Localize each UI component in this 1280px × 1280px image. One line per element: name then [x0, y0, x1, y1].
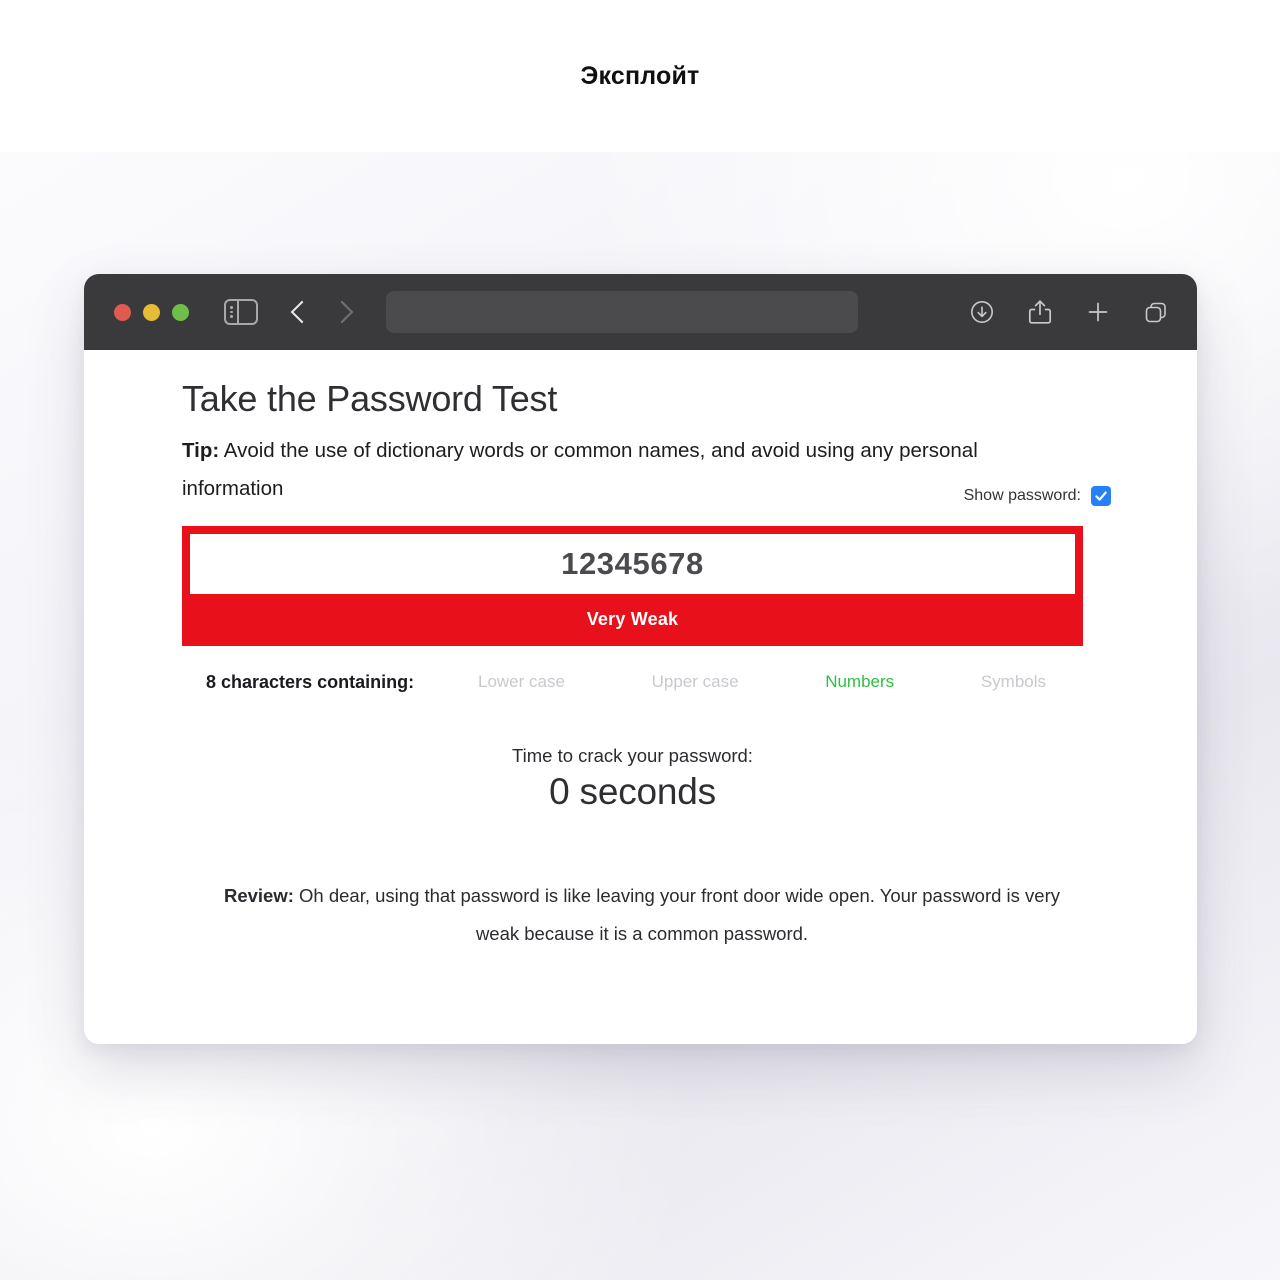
- charset-title: 8 characters containing:: [206, 671, 415, 692]
- charset-row: 8 characters containing: Lower case Uppe…: [182, 672, 1052, 693]
- tip-row: Tip: Avoid the use of dictionary words o…: [182, 432, 1125, 508]
- show-password-control[interactable]: Show password:: [963, 485, 1111, 506]
- chevron-right-icon[interactable]: [330, 300, 354, 324]
- password-input[interactable]: 12345678: [190, 533, 1075, 594]
- review-label: Review:: [223, 884, 294, 906]
- review-text: Review: Oh dear, using that password is …: [206, 877, 1078, 953]
- tip-label: Tip:: [182, 439, 220, 462]
- sidebar-icon[interactable]: [224, 299, 258, 325]
- charset-items: Lower case Upper case Numbers Symbols: [478, 672, 1052, 692]
- password-strength-box: 12345678 Very Weak: [182, 525, 1083, 646]
- charset-item-lower-case: Lower case: [478, 672, 565, 692]
- strength-badge: Very Weak: [586, 609, 679, 630]
- tip-body: Avoid the use of dictionary words or com…: [182, 439, 978, 500]
- address-bar[interactable]: [386, 291, 858, 333]
- charset-item-upper-case: Upper case: [651, 672, 739, 692]
- chevron-left-icon[interactable]: [290, 300, 314, 324]
- window-controls: [114, 303, 189, 321]
- crack-time-value: 0 seconds: [549, 770, 716, 812]
- sidebar-icon-dot: [230, 315, 233, 318]
- minimize-button[interactable]: [143, 303, 160, 321]
- caption-bar: Эксплойт: [0, 0, 1280, 152]
- page-title: Take the Password Test: [182, 378, 558, 419]
- show-password-checkbox[interactable]: [1091, 485, 1111, 506]
- navigation-arrows: [290, 300, 354, 324]
- plus-icon[interactable]: [1083, 297, 1113, 327]
- show-password-label: Show password:: [963, 486, 1081, 504]
- page-content: Take the Password Test Tip: Avoid the us…: [84, 350, 1197, 953]
- browser-toolbar: [84, 274, 1197, 350]
- charset-item-symbols: Symbols: [980, 672, 1046, 692]
- crack-time-block: Time to crack your password: 0 seconds: [182, 745, 1083, 813]
- charset-item-numbers: Numbers: [825, 672, 895, 692]
- share-icon[interactable]: [1025, 297, 1055, 327]
- review-body: Oh dear, using that password is like lea…: [293, 884, 1061, 944]
- sidebar-icon-dot: [230, 306, 233, 309]
- password-value: 12345678: [561, 545, 704, 581]
- caption-title: Эксплойт: [580, 61, 700, 90]
- maximize-button[interactable]: [172, 303, 189, 321]
- tabs-icon[interactable]: [1141, 297, 1171, 327]
- toolbar-right-icons: [967, 297, 1171, 327]
- tip-text: Tip: Avoid the use of dictionary words o…: [182, 432, 1027, 508]
- page-root: Эксплойт Take the Password Test Tip: Avo…: [0, 0, 1280, 1280]
- crack-time-label: Time to crack your password:: [512, 744, 753, 766]
- download-icon[interactable]: [967, 297, 997, 327]
- close-button[interactable]: [114, 303, 131, 321]
- browser-window: Take the Password Test Tip: Avoid the us…: [84, 274, 1197, 1044]
- sidebar-icon-dot: [230, 310, 233, 314]
- sidebar-icon-pane: [226, 301, 239, 323]
